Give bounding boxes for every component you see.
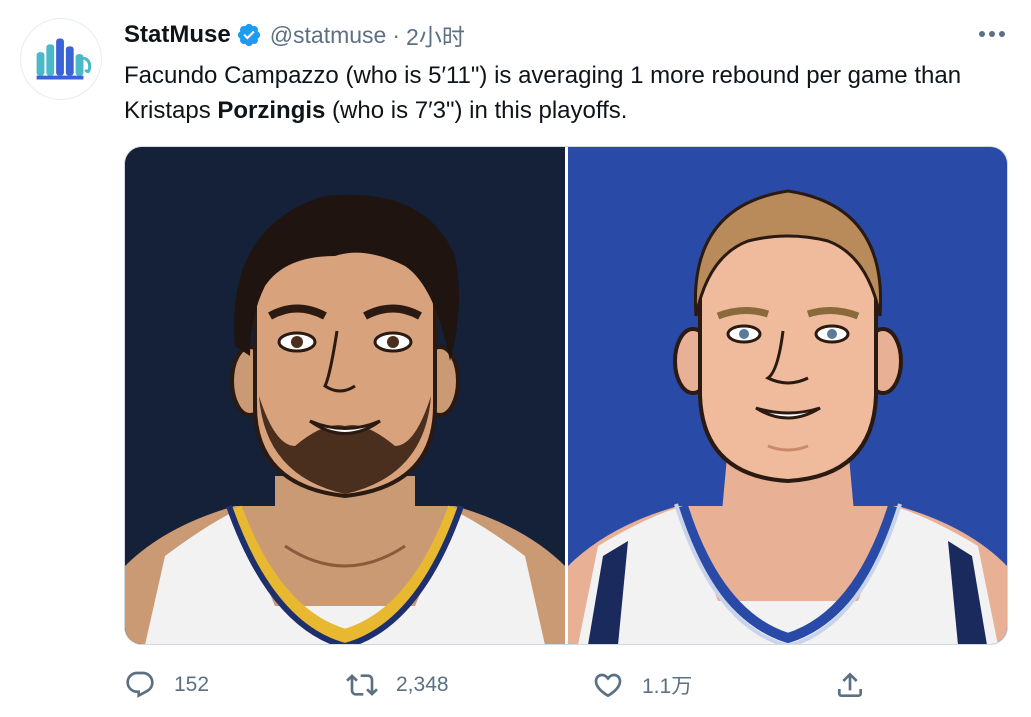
author-handle[interactable]: @statmuse (270, 22, 387, 49)
media-image-right[interactable] (568, 147, 1007, 644)
author-name[interactable]: StatMuse (124, 21, 231, 49)
tweet-text: Facundo Campazzo (who is 5′11") is avera… (124, 58, 1004, 128)
avatar[interactable] (20, 18, 102, 100)
tweet-header: StatMuse @statmuse · 2小时 (124, 18, 465, 52)
reply-bubble-icon (126, 671, 154, 698)
tweet-card[interactable]: StatMuse @statmuse · 2小时 Facundo Campazz… (0, 0, 1031, 717)
share-upload-icon (838, 672, 862, 697)
verified-badge-icon (236, 22, 262, 48)
header-separator: · (392, 21, 401, 48)
like-count: 1.1万 (642, 675, 693, 698)
share-button[interactable] (834, 664, 866, 706)
heart-icon (594, 673, 622, 698)
more-horizontal-icon (979, 31, 1005, 37)
tweet-media[interactable] (124, 146, 1008, 645)
reply-count: 152 (174, 673, 210, 696)
media-image-left[interactable] (125, 147, 565, 644)
retweet-icon (346, 674, 378, 696)
more-options-button[interactable] (974, 20, 1010, 48)
retweet-button[interactable]: 2,348 (346, 664, 449, 706)
tweet-text-part-2: (who is 7′3") in this playoffs. (325, 97, 628, 124)
statmuse-logo-icon (36, 38, 92, 80)
tweet-text-bold: Porzingis (217, 97, 326, 124)
tweet-timestamp[interactable]: 2小时 (406, 18, 465, 52)
reply-button[interactable]: 152 (124, 664, 209, 706)
tweet-actions: 152 2,348 1.1万 (124, 664, 1004, 706)
like-button[interactable]: 1.1万 (592, 664, 692, 706)
retweet-count: 2,348 (396, 673, 449, 696)
player-illustration-right (568, 147, 1007, 644)
player-illustration-left (125, 147, 565, 644)
